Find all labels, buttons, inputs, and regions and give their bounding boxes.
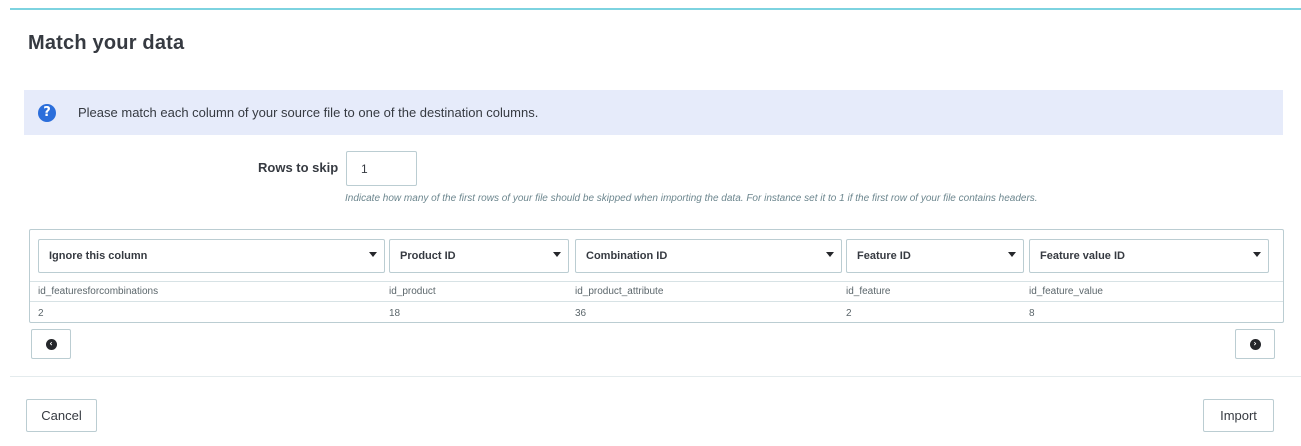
info-alert: ? Please match each column of your sourc… [24,90,1283,135]
column-select-label: Feature value ID [1040,250,1125,262]
caret-down-icon [369,252,377,257]
column-select-3[interactable]: Combination ID [575,239,842,273]
sample-value: 36 [575,308,587,319]
rows-to-skip-label: Rows to skip [258,160,339,175]
sample-value: 2 [38,308,44,319]
previous-columns-button[interactable]: ‹ [31,329,71,359]
chevron-circle-right-icon: › [1249,338,1261,350]
column-select-1[interactable]: Ignore this column [38,239,385,273]
import-button[interactable]: Import [1203,399,1274,432]
cancel-button[interactable]: Cancel [26,399,97,432]
chevron-circle-left-icon: ‹ [45,338,57,350]
column-select-label: Product ID [400,250,456,262]
column-select-2[interactable]: Product ID [389,239,569,273]
header-divider [30,281,1283,282]
source-column-header: id_featuresforcombinations [38,286,159,297]
caret-down-icon [1253,252,1261,257]
column-matching-table: Ignore this column Product ID Combinatio… [29,229,1284,323]
sample-value: 2 [846,308,852,319]
footer-divider [10,376,1301,377]
caret-down-icon [553,252,561,257]
info-text: Please match each column of your source … [78,105,539,120]
next-columns-button[interactable]: › [1235,329,1275,359]
column-select-label: Feature ID [857,250,911,262]
source-column-header: id_feature_value [1029,286,1103,297]
sample-value: 8 [1029,308,1035,319]
source-column-header: id_product_attribute [575,286,664,297]
column-select-5[interactable]: Feature value ID [1029,239,1269,273]
caret-down-icon [1008,252,1016,257]
column-select-4[interactable]: Feature ID [846,239,1024,273]
column-select-label: Combination ID [586,250,668,262]
column-select-label: Ignore this column [49,250,148,262]
question-circle-icon: ? [38,103,56,122]
panel-title: Match your data [28,32,185,54]
source-column-header: id_product [389,286,436,297]
match-data-panel: Match your data ? Please match each colu… [10,8,1301,446]
row-divider [30,301,1283,302]
rows-to-skip-help: Indicate how many of the first rows of y… [345,193,1038,204]
source-column-header: id_feature [846,286,891,297]
sample-value: 18 [389,308,401,319]
rows-to-skip-input[interactable] [346,151,417,186]
caret-down-icon [826,252,834,257]
